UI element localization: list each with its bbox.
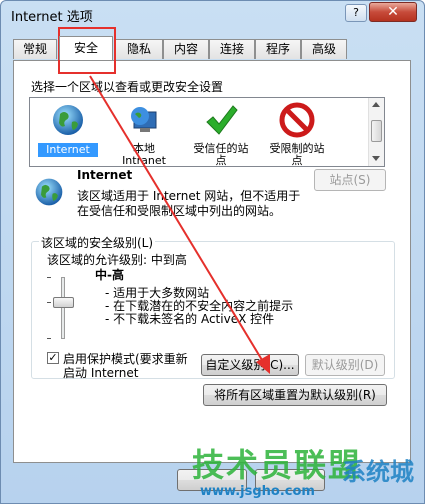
help-button[interactable]: ? <box>345 4 367 22</box>
scroll-up-icon[interactable] <box>372 102 380 107</box>
tab-content[interactable]: 内容 <box>163 39 209 59</box>
default-level-button[interactable]: 默认级别(D) <box>305 354 385 376</box>
tab-programs[interactable]: 程序 <box>255 39 301 59</box>
scroll-thumb[interactable] <box>371 120 382 142</box>
zone-restricted[interactable]: 受限制的站 点 <box>262 102 332 167</box>
tab-connections[interactable]: 连接 <box>209 39 255 59</box>
zone-intranet-label: 本地 Intranet <box>122 142 166 167</box>
protected-mode-label-2: 启动 Internet <box>63 366 139 380</box>
slider-tick <box>47 302 51 303</box>
sites-button[interactable]: 站点(S) <box>314 169 386 191</box>
watermark-main: 技术员联盟 <box>192 446 363 484</box>
slider-tick <box>47 338 51 339</box>
custom-level-button[interactable]: 自定义级别(C)... <box>201 354 299 376</box>
close-button[interactable]: ✕ <box>369 2 417 22</box>
zone-detail-name: Internet <box>77 168 133 182</box>
slider-tick <box>47 277 51 278</box>
level-bullet-3: - 不下载未签名的 ActiveX 控件 <box>105 312 275 326</box>
tab-advanced[interactable]: 高级 <box>301 39 347 59</box>
reset-all-zones-button[interactable]: 将所有区域重置为默认级别(R) <box>203 384 387 406</box>
intranet-globe-icon <box>131 107 157 132</box>
internet-options-window: Internet 选项 ? ✕ 常规 安全 隐私 内容 连接 程序 高级 选择一… <box>0 0 425 504</box>
zone-restricted-label: 受限制的站 点 <box>269 142 325 167</box>
tab-general[interactable]: 常规 <box>13 39 57 59</box>
restricted-icon <box>279 102 315 138</box>
zone-internet[interactable]: Internet <box>38 102 98 157</box>
watermark-side: 系统城 <box>342 458 414 486</box>
zone-prompt: 选择一个区域以查看或更改安全设置 <box>31 80 224 94</box>
zone-list: Internet 本地 Intranet 受信任的站 点 受限制的站 点 <box>29 97 385 167</box>
level-name: 中-高 <box>95 268 124 282</box>
zone-detail-desc-2: 在受信任和受限制区域中列出的网站。 <box>77 204 282 218</box>
zone-intranet[interactable]: 本地 Intranet <box>116 102 172 167</box>
protected-mode-checkbox[interactable]: ✓ <box>47 352 59 364</box>
security-slider-thumb[interactable] <box>53 297 74 308</box>
watermark-url: www.jsgho.com <box>200 484 315 499</box>
selected-zone-globe-icon <box>35 178 63 206</box>
security-level-title: 该区域的安全级别(L) <box>39 234 156 251</box>
zone-trusted-label: 受信任的站 点 <box>193 142 249 167</box>
zone-internet-label: Internet <box>38 143 98 157</box>
security-slider-track <box>61 277 65 339</box>
scroll-down-icon[interactable] <box>372 156 380 161</box>
tab-security[interactable]: 安全 <box>59 36 113 60</box>
zone-trusted[interactable]: 受信任的站 点 <box>186 102 256 167</box>
green-check-icon <box>206 105 238 135</box>
globe-icon <box>53 105 83 135</box>
zone-list-scrollbar[interactable] <box>368 98 384 166</box>
tab-privacy[interactable]: 隐私 <box>115 39 163 59</box>
window-title: Internet 选项 <box>11 10 93 25</box>
